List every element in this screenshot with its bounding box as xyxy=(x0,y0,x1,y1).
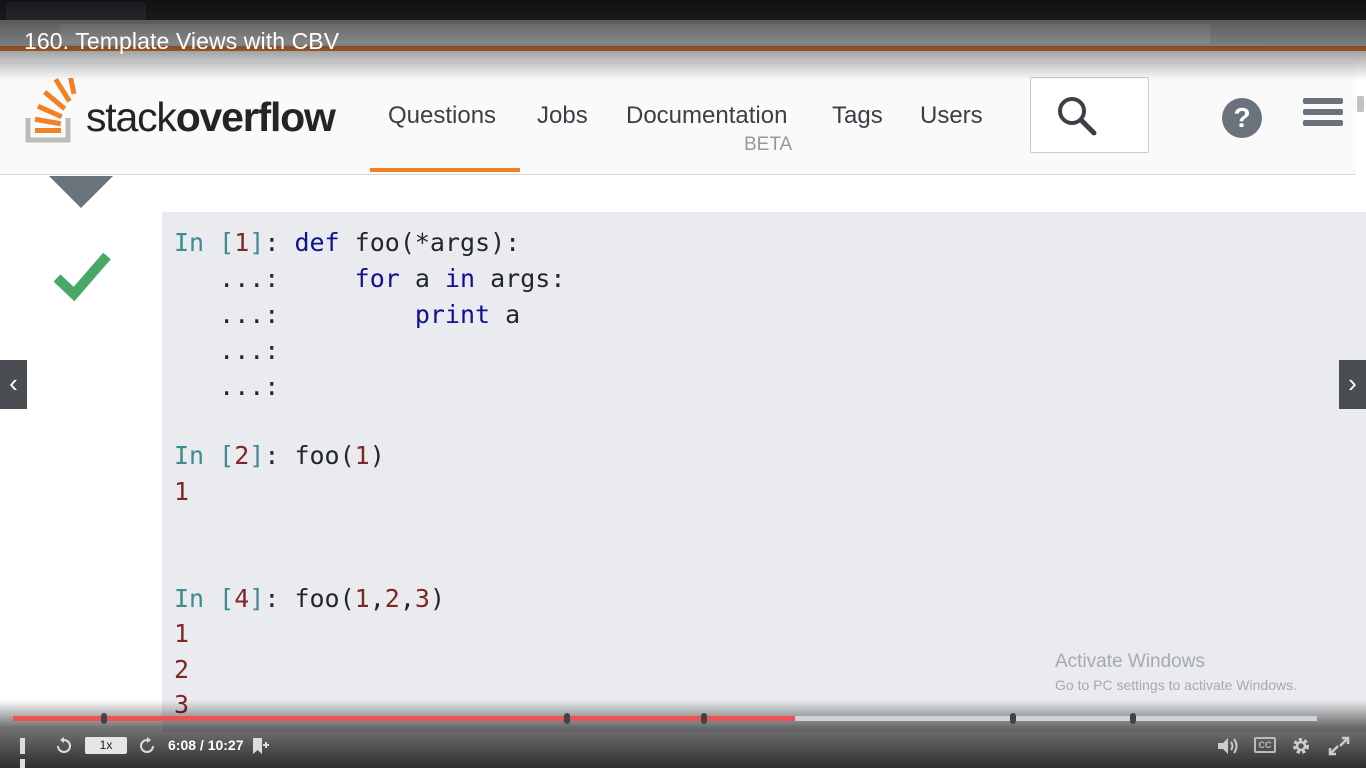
help-icon[interactable]: ? xyxy=(1222,98,1262,138)
code-prompt: ...: xyxy=(174,336,295,365)
documentation-beta-label: BETA xyxy=(744,134,793,155)
accepted-check-icon xyxy=(53,252,111,302)
chapter-marker[interactable] xyxy=(1010,713,1017,724)
so-wordmark-bold: overflow xyxy=(175,94,336,140)
playback-speed-button[interactable]: 1x xyxy=(85,737,127,754)
code-text: ) xyxy=(369,441,385,470)
stackoverflow-logo-icon xyxy=(25,78,77,143)
code-text: foo( xyxy=(294,584,355,613)
code-text: ) xyxy=(429,584,446,613)
chapter-marker[interactable] xyxy=(1130,713,1137,724)
activate-windows-title: Activate Windows xyxy=(1055,651,1205,672)
nav-questions[interactable]: Questions xyxy=(388,102,496,130)
code-prompt: ...: xyxy=(174,300,295,329)
nav-tags[interactable]: Tags xyxy=(832,102,883,130)
code-output-line: 1 xyxy=(174,477,189,506)
code-input-line: In [1]: def foo(*args): xyxy=(174,228,520,257)
prev-lecture-button[interactable]: ‹ xyxy=(0,360,27,409)
activate-windows-subtitle: Go to PC settings to activate Windows. xyxy=(1055,677,1297,693)
bookmark-icon[interactable] xyxy=(250,736,270,756)
code-text: args: xyxy=(475,264,566,293)
video-title: 160. Template Views with CBV xyxy=(24,28,340,54)
code-text: , xyxy=(369,584,385,613)
nav-users[interactable]: Users xyxy=(920,102,983,130)
captions-icon[interactable]: CC xyxy=(1254,737,1276,753)
code-input-line: In [4]: foo(1,2,3) xyxy=(174,584,445,613)
nav-active-indicator xyxy=(370,168,520,172)
chapter-marker[interactable] xyxy=(701,713,708,724)
code-text: a xyxy=(490,300,521,329)
code-keyword: for xyxy=(354,264,400,293)
output-value: 1 xyxy=(174,619,190,648)
code-number: 1 xyxy=(354,441,370,470)
code-number: 2 xyxy=(384,584,400,613)
code-keyword: in xyxy=(444,264,476,293)
so-wordmark[interactable]: stackoverflow xyxy=(86,94,336,141)
code-prompt: In [2]: xyxy=(174,441,295,470)
controls-overlay xyxy=(0,700,1366,768)
code-number: 1 xyxy=(354,584,370,613)
chevron-right-icon: › xyxy=(1348,368,1357,398)
code-keyword: print xyxy=(414,300,491,329)
code-prompt: In [1]: xyxy=(174,228,295,257)
progress-fill xyxy=(13,716,796,721)
progress-bar[interactable] xyxy=(13,713,1317,724)
settings-icon[interactable] xyxy=(1291,736,1311,756)
code-input-line: ...: print a xyxy=(174,300,520,329)
video-frame[interactable]: stackoverflow Questions Jobs Documentati… xyxy=(0,0,1366,768)
next-lecture-button[interactable]: › xyxy=(1339,360,1366,409)
search-icon xyxy=(1058,97,1097,136)
chevron-left-icon: ‹ xyxy=(9,368,18,398)
code-text: a xyxy=(399,264,445,293)
code-input-line: In [2]: foo(1) xyxy=(174,441,385,470)
output-value: 2 xyxy=(174,655,190,684)
chapter-marker[interactable] xyxy=(101,713,108,724)
search-button[interactable] xyxy=(1030,77,1149,153)
code-number: 3 xyxy=(414,584,430,613)
chapter-marker[interactable] xyxy=(564,713,571,724)
output-value: 1 xyxy=(174,477,190,506)
so-wordmark-light: stack xyxy=(86,94,177,140)
code-prompt: ...: xyxy=(174,264,295,293)
code-input-line: ...: xyxy=(174,336,294,365)
code-prompt: ...: xyxy=(174,372,295,401)
code-output-line: 2 xyxy=(174,655,189,684)
code-text: foo(*args): xyxy=(339,228,521,257)
pause-icon[interactable] xyxy=(20,738,36,768)
page-scrollbar-thumb[interactable] xyxy=(1357,96,1364,112)
code-text: , xyxy=(399,584,415,613)
forward-icon[interactable] xyxy=(138,737,156,755)
code-keyword: def xyxy=(294,228,340,257)
code-output-line: 1 xyxy=(174,619,189,648)
code-input-line: ...: xyxy=(174,372,294,401)
nav-jobs[interactable]: Jobs xyxy=(537,102,588,130)
nav-documentation[interactable]: Documentation xyxy=(626,102,787,130)
code-input-line: ...: for a in args: xyxy=(174,264,565,293)
vote-down-icon[interactable] xyxy=(49,176,113,208)
code-prompt: In [4]: xyxy=(174,584,295,613)
time-display: 6:08 / 10:27 xyxy=(168,737,244,753)
fullscreen-icon[interactable] xyxy=(1328,736,1350,756)
code-text: foo( xyxy=(294,441,355,470)
volume-icon[interactable] xyxy=(1217,737,1239,755)
rewind-icon[interactable] xyxy=(55,737,73,755)
menu-icon[interactable] xyxy=(1303,98,1343,138)
